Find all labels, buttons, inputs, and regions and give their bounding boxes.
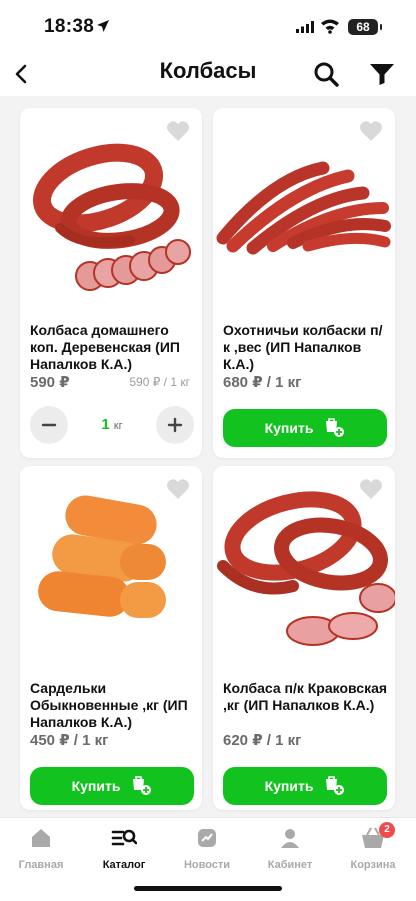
nav-item-label: Каталог bbox=[102, 859, 146, 871]
buy-button[interactable]: Купить bbox=[223, 767, 387, 805]
quantity-unit: кг bbox=[113, 420, 123, 432]
increase-quantity-button[interactable] bbox=[156, 406, 194, 444]
quantity-stepper: 1 кг bbox=[30, 406, 194, 444]
product-card[interactable]: Охотничьи колбаски п/к ,вес (ИП Напалков… bbox=[213, 108, 395, 458]
quantity-display: 1 кг bbox=[74, 416, 150, 434]
location-arrow-icon bbox=[97, 20, 109, 32]
nav-item-home[interactable]: Главная bbox=[1, 826, 81, 871]
app-header: Колбасы bbox=[0, 52, 416, 96]
favorite-heart-icon[interactable] bbox=[359, 120, 383, 142]
nav-item-label: Главная bbox=[18, 859, 64, 871]
add-to-cart-icon bbox=[326, 418, 345, 437]
cellular-signal-icon bbox=[296, 21, 314, 33]
decrease-quantity-button[interactable] bbox=[30, 406, 68, 444]
buy-label: Купить bbox=[71, 778, 121, 794]
minus-icon bbox=[41, 423, 57, 427]
page-title: Колбасы bbox=[159, 58, 257, 83]
buy-button[interactable]: Купить bbox=[30, 767, 194, 805]
user-icon bbox=[281, 829, 299, 848]
search-icon[interactable] bbox=[312, 60, 340, 88]
battery-level: 68 bbox=[348, 19, 378, 35]
home-icon bbox=[32, 829, 50, 847]
product-card[interactable]: Сардельки Обыкновенные ,кг (ИП Напалков … bbox=[20, 466, 202, 810]
product-card[interactable]: Колбаса домашнего коп. Деревенская (ИП Н… bbox=[20, 108, 202, 458]
product-name[interactable]: Охотничьи колбаски п/к ,вес (ИП Напалков… bbox=[223, 322, 389, 373]
product-price: 450 ₽ / 1 кг bbox=[30, 732, 109, 749]
product-price: 590 ₽ bbox=[30, 374, 70, 391]
nav-item-cart[interactable]: 2 Корзина bbox=[333, 822, 413, 871]
product-name[interactable]: Сардельки Обыкновенные ,кг (ИП Напалков … bbox=[30, 680, 196, 731]
product-unit-price: 590 ₽ / 1 кг bbox=[129, 375, 190, 389]
home-indicator bbox=[134, 886, 282, 891]
battery-tip bbox=[380, 24, 382, 30]
nav-item-label: Новости bbox=[183, 859, 231, 871]
product-card[interactable]: Колбаса п/к Краковская ,кг (ИП Напалков … bbox=[213, 466, 395, 810]
add-to-cart-icon bbox=[133, 776, 152, 795]
nav-item-catalog[interactable]: Каталог bbox=[84, 826, 164, 871]
favorite-heart-icon[interactable] bbox=[359, 478, 383, 500]
product-name[interactable]: Колбаса домашнего коп. Деревенская (ИП Н… bbox=[30, 322, 196, 373]
product-price: 620 ₽ / 1 кг bbox=[223, 732, 302, 749]
nav-item-label: Кабинет bbox=[267, 859, 313, 871]
filter-icon[interactable] bbox=[368, 62, 396, 86]
quantity-value: 1 bbox=[101, 416, 110, 433]
nav-item-news[interactable]: Новости bbox=[167, 826, 247, 871]
wifi-icon bbox=[321, 19, 339, 34]
catalog-search-icon bbox=[111, 829, 138, 846]
favorite-heart-icon[interactable] bbox=[166, 478, 190, 500]
nav-item-label: Корзина bbox=[350, 859, 396, 871]
add-to-cart-icon bbox=[326, 776, 345, 795]
buy-label: Купить bbox=[264, 420, 314, 436]
nav-item-account[interactable]: Кабинет bbox=[250, 826, 330, 871]
cart-count-badge: 2 bbox=[379, 822, 395, 838]
news-icon bbox=[198, 829, 216, 847]
status-time: 18:38 bbox=[44, 16, 95, 37]
buy-button[interactable]: Купить bbox=[223, 409, 387, 447]
plus-icon bbox=[167, 417, 183, 433]
status-bar: 18:38 68 bbox=[0, 0, 416, 52]
favorite-heart-icon[interactable] bbox=[166, 120, 190, 142]
product-name[interactable]: Колбаса п/к Краковская ,кг (ИП Напалков … bbox=[223, 680, 389, 714]
product-price: 680 ₽ / 1 кг bbox=[223, 374, 302, 391]
buy-label: Купить bbox=[264, 778, 314, 794]
